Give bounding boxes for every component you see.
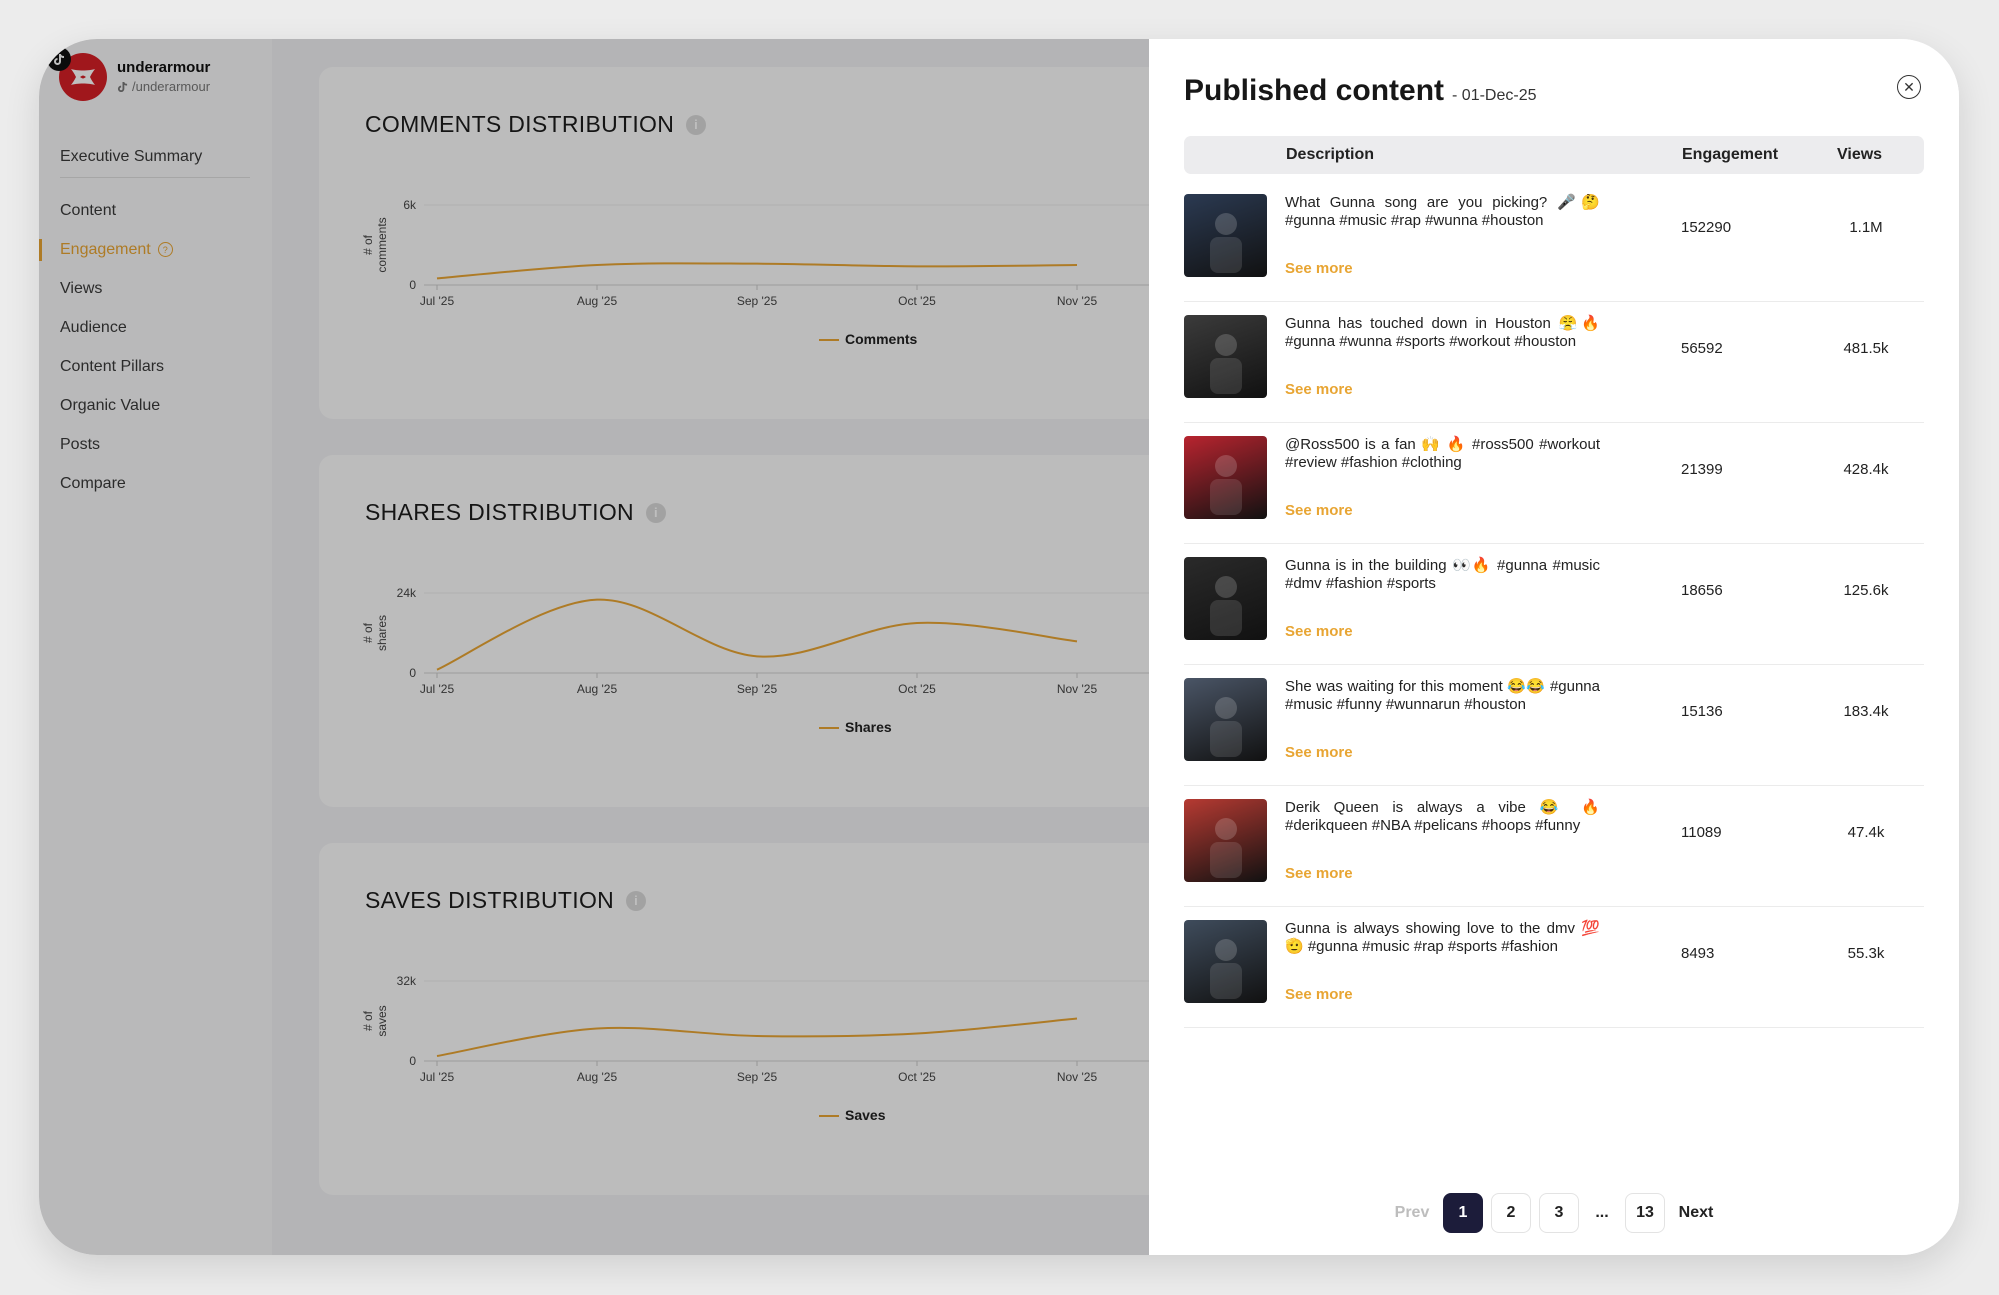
views-value: 481.5k bbox=[1843, 340, 1889, 357]
thumbnail-figure-icon bbox=[1210, 576, 1242, 636]
table-row[interactable]: Derik Queen is always a vibe 😂 🔥 #derikq… bbox=[1184, 786, 1924, 907]
video-thumbnail[interactable] bbox=[1184, 920, 1267, 1003]
engagement-value: 8493 bbox=[1681, 945, 1715, 962]
see-more-link[interactable]: See more bbox=[1285, 260, 1353, 277]
pagination-next[interactable]: Next bbox=[1673, 1194, 1719, 1232]
post-description: What Gunna song are you picking? 🎤🤔 #gun… bbox=[1285, 194, 1600, 229]
published-content-panel: Published content - 01-Dec-25 ✕ Descript… bbox=[1149, 39, 1959, 1255]
views-value: 1.1M bbox=[1849, 219, 1883, 236]
views-value: 183.4k bbox=[1843, 703, 1889, 720]
thumbnail-figure-icon bbox=[1210, 213, 1242, 273]
pagination: Prev 1 2 3... 13 Next bbox=[1149, 1193, 1959, 1233]
table-row[interactable]: Gunna is in the building 👀🔥 #gunna #musi… bbox=[1184, 544, 1924, 665]
panel-title: Published content bbox=[1184, 74, 1445, 107]
post-description: Derik Queen is always a vibe 😂 🔥 #derikq… bbox=[1285, 799, 1600, 834]
see-more-link[interactable]: See more bbox=[1285, 502, 1353, 519]
post-description: She was waiting for this moment 😂😂 #gunn… bbox=[1285, 678, 1600, 713]
engagement-value: 21399 bbox=[1681, 461, 1723, 478]
thumbnail-figure-icon bbox=[1210, 455, 1242, 515]
engagement-value: 11089 bbox=[1681, 824, 1722, 841]
pagination-page[interactable]: 1 bbox=[1443, 1193, 1483, 1233]
table-row[interactable]: Gunna has touched down in Houston 😤🔥 #gu… bbox=[1184, 302, 1924, 423]
post-description: Gunna is always showing love to the dmv … bbox=[1285, 920, 1600, 955]
pagination-page[interactable]: 13 bbox=[1625, 1193, 1665, 1233]
views-value: 47.4k bbox=[1847, 824, 1885, 841]
thumbnail-figure-icon bbox=[1210, 334, 1242, 394]
table-row[interactable]: @Ross500 is a fan 🙌 🔥 #ross500 #workout … bbox=[1184, 423, 1924, 544]
engagement-value: 15136 bbox=[1681, 703, 1723, 720]
post-description: Gunna has touched down in Houston 😤🔥 #gu… bbox=[1285, 315, 1600, 350]
panel-header: Published content - 01-Dec-25 bbox=[1184, 74, 1537, 108]
engagement-value: 56592 bbox=[1681, 340, 1723, 357]
col-views[interactable]: Views bbox=[1837, 146, 1882, 164]
thumbnail-figure-icon bbox=[1210, 818, 1242, 878]
video-thumbnail[interactable] bbox=[1184, 557, 1267, 640]
app-window: underarmour /underarmour Executive Summa… bbox=[39, 39, 1959, 1255]
video-thumbnail[interactable] bbox=[1184, 315, 1267, 398]
views-value: 125.6k bbox=[1843, 582, 1889, 599]
col-engagement[interactable]: Engagement bbox=[1682, 146, 1778, 164]
views-value: 428.4k bbox=[1843, 461, 1889, 478]
see-more-link[interactable]: See more bbox=[1285, 381, 1353, 398]
see-more-link[interactable]: See more bbox=[1285, 623, 1353, 640]
panel-date: - 01-Dec-25 bbox=[1452, 87, 1537, 104]
see-more-link[interactable]: See more bbox=[1285, 986, 1353, 1003]
modal-backdrop[interactable] bbox=[39, 39, 1149, 1255]
engagement-value: 18656 bbox=[1681, 582, 1723, 599]
table-row[interactable]: She was waiting for this moment 😂😂 #gunn… bbox=[1184, 665, 1924, 786]
see-more-link[interactable]: See more bbox=[1285, 865, 1353, 882]
video-thumbnail[interactable] bbox=[1184, 194, 1267, 277]
thumbnail-figure-icon bbox=[1210, 697, 1242, 757]
pagination-prev[interactable]: Prev bbox=[1389, 1194, 1435, 1232]
col-description[interactable]: Description bbox=[1286, 146, 1374, 164]
close-icon[interactable]: ✕ bbox=[1897, 75, 1921, 99]
content-table-body: What Gunna song are you picking? 🎤🤔 #gun… bbox=[1184, 181, 1924, 1028]
pagination-page[interactable]: 2 bbox=[1491, 1193, 1531, 1233]
pagination-ellipsis: ... bbox=[1595, 1204, 1609, 1221]
video-thumbnail[interactable] bbox=[1184, 678, 1267, 761]
table-row[interactable]: Gunna is always showing love to the dmv … bbox=[1184, 907, 1924, 1028]
table-header: Description Engagement Views bbox=[1184, 136, 1924, 174]
see-more-link[interactable]: See more bbox=[1285, 744, 1353, 761]
video-thumbnail[interactable] bbox=[1184, 799, 1267, 882]
post-description: Gunna is in the building 👀🔥 #gunna #musi… bbox=[1285, 557, 1600, 592]
post-description: @Ross500 is a fan 🙌 🔥 #ross500 #workout … bbox=[1285, 436, 1600, 471]
thumbnail-figure-icon bbox=[1210, 939, 1242, 999]
table-row[interactable]: What Gunna song are you picking? 🎤🤔 #gun… bbox=[1184, 181, 1924, 302]
engagement-value: 152290 bbox=[1681, 219, 1732, 236]
views-value: 55.3k bbox=[1847, 945, 1885, 962]
video-thumbnail[interactable] bbox=[1184, 436, 1267, 519]
pagination-page[interactable]: 3 bbox=[1539, 1193, 1579, 1233]
